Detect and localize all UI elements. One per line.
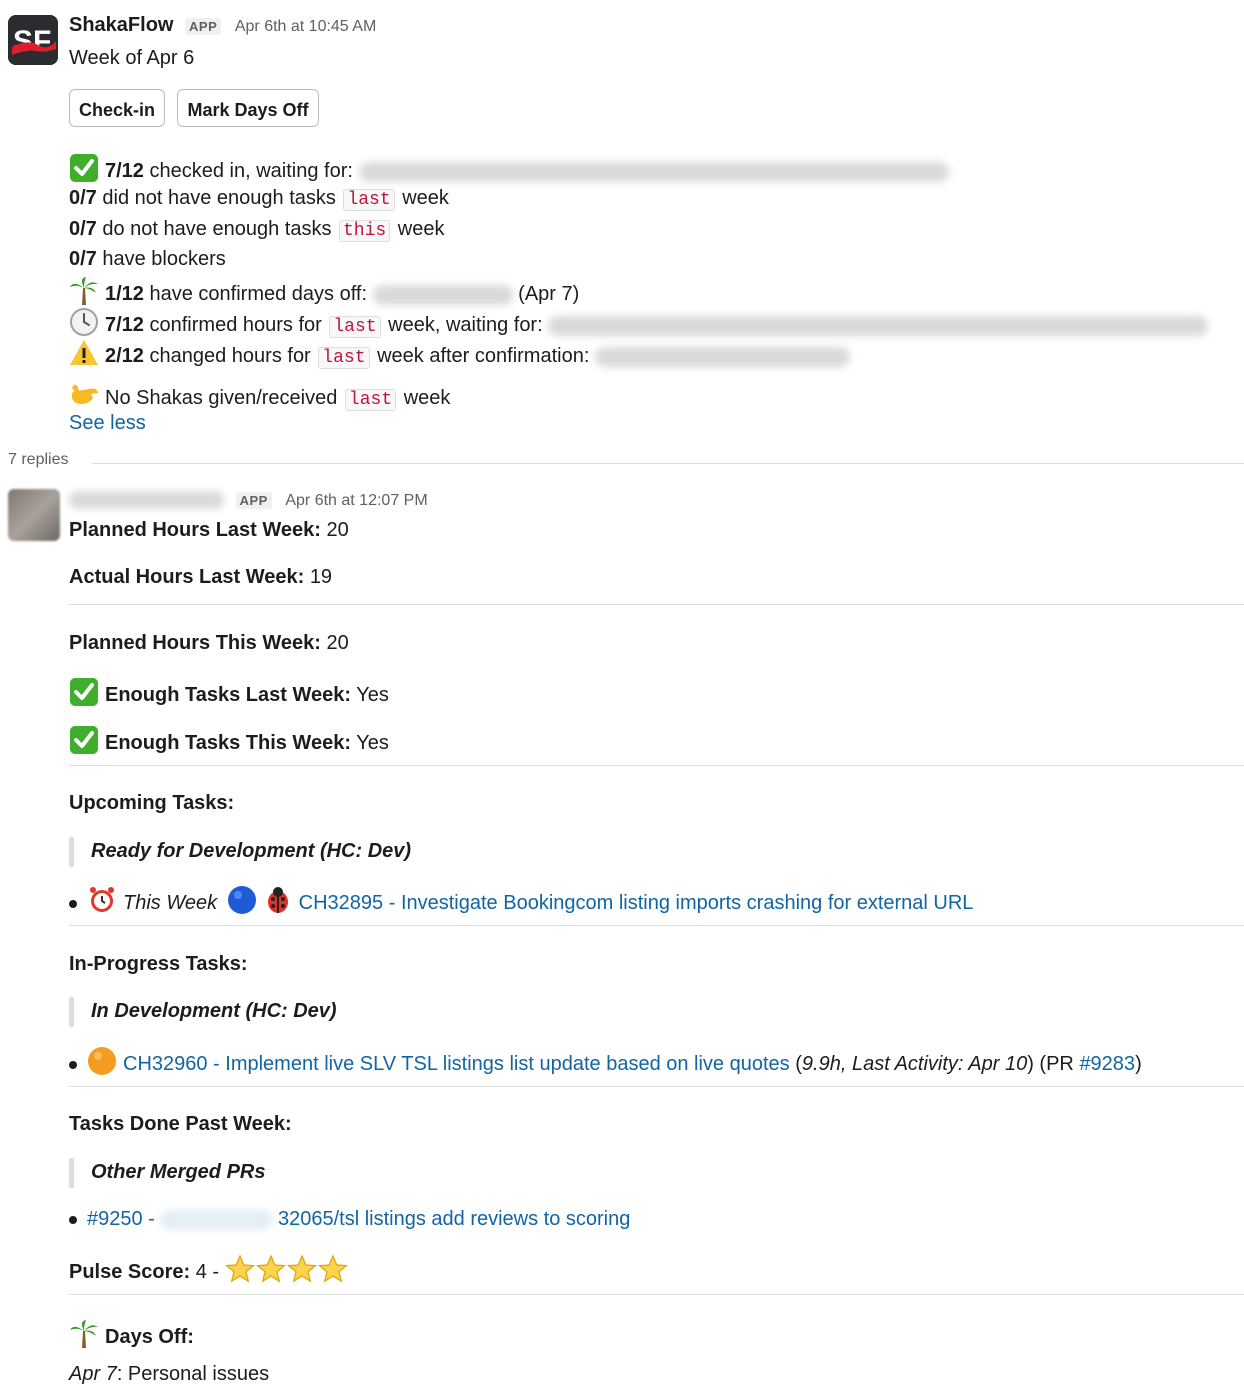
bullet (69, 1060, 77, 1069)
redacted-names (594, 346, 850, 367)
enough-tasks-last-week: Enough Tasks Last Week: Yes (69, 677, 389, 708)
star-icon (286, 1254, 317, 1283)
message-timestamp[interactable]: Apr 6th at 10:45 AM (235, 18, 376, 35)
redacted-sender-name[interactable] (69, 490, 224, 509)
check-mark-icon (69, 153, 99, 183)
days-off-entry: Apr 7: Personal issues (69, 1363, 270, 1385)
done-task-item: #9250 - 32065/tsl listings add reviews t… (69, 1206, 630, 1232)
see-less-link[interactable]: See less (69, 410, 146, 436)
redacted-names (548, 315, 1209, 336)
section-divider (69, 925, 1244, 926)
done-group-label: Other Merged PRs (91, 1161, 266, 1183)
upcoming-tasks-heading: Upcoming Tasks: (69, 792, 235, 814)
star-icon (317, 1254, 348, 1283)
quote-bar (69, 1158, 74, 1188)
code-this: this (339, 220, 391, 242)
task-link-ch32960[interactable]: CH32960 - Implement live SLV TSL listing… (123, 1053, 790, 1075)
section-divider (69, 765, 1244, 766)
warning-icon (69, 338, 99, 368)
summary-not-enough-last: 0/7 did not have enough tasks last week (69, 187, 449, 211)
orange-circle-icon (87, 1046, 117, 1076)
quote-bar (69, 997, 74, 1027)
bullet (69, 899, 77, 908)
svg-text:SF: SF (13, 25, 51, 58)
summary-checked-in: 7/12 checked in, waiting for: (69, 153, 949, 184)
message-header: ShakaFlow APP Apr 6th at 10:45 AM (69, 14, 376, 37)
section-divider (69, 1294, 1244, 1295)
app-badge: APP (235, 492, 272, 509)
pr-title-link[interactable]: 32065/tsl listings add reviews to scorin… (278, 1208, 630, 1230)
redacted-names (358, 161, 949, 182)
planned-last-week: Planned Hours Last Week: 20 (69, 519, 349, 541)
inprogress-tasks-heading: In-Progress Tasks: (69, 953, 248, 975)
star-icon (224, 1254, 255, 1283)
reply-header: APP Apr 6th at 12:07 PM (69, 488, 428, 511)
pulse-score: Pulse Score: 4 - (69, 1254, 349, 1285)
redacted-name (372, 284, 513, 305)
clock-icon (69, 307, 99, 337)
upcoming-task-item: This Week CH32895 - Investigate Bookingc… (69, 885, 973, 916)
section-divider (69, 1086, 1244, 1087)
pulse-stars (224, 1254, 349, 1283)
summary-confirmed-hours: 7/12 confirmed hours for last week, wait… (69, 307, 1209, 340)
summary-shakas: No Shakas given/received last week (69, 380, 450, 413)
quote-bar (69, 837, 74, 867)
section-divider (69, 604, 1244, 605)
pr-link-9250[interactable]: #9250 - (87, 1208, 155, 1230)
actual-last-week: Actual Hours Last Week: 19 (69, 566, 333, 588)
reply-timestamp[interactable]: Apr 6th at 12:07 PM (285, 492, 427, 509)
check-mark-icon (69, 677, 99, 707)
app-badge: APP (185, 18, 222, 35)
message-title: Week of Apr 6 (69, 47, 195, 69)
checkin-button[interactable]: Check-in (69, 89, 165, 127)
enough-tasks-this-week: Enough Tasks This Week: Yes (69, 725, 389, 756)
summary-days-off: 1/12 have confirmed days off: (Apr 7) (69, 276, 579, 307)
shakaflow-avatar[interactable]: SF (8, 15, 58, 65)
upcoming-group-label: Ready for Development (HC: Dev) (91, 840, 412, 862)
palm-tree-icon (69, 276, 99, 306)
summary-blockers: 0/7 have blockers (69, 248, 226, 270)
task-link-ch32895[interactable]: CH32895 - Investigate Bookingcom listing… (299, 892, 974, 914)
user-avatar[interactable] (8, 489, 60, 541)
blue-circle-icon (227, 885, 257, 915)
mark-days-off-button[interactable]: Mark Days Off (177, 89, 319, 127)
inprogress-group-label: In Development (HC: Dev) (91, 1000, 337, 1022)
sender-name[interactable]: ShakaFlow (69, 14, 173, 36)
alarm-clock-icon (87, 885, 117, 915)
replies-count[interactable]: 7 replies (8, 451, 68, 469)
redacted-branch (160, 1209, 273, 1230)
inprogress-task-item: CH32960 - Implement live SLV TSL listing… (69, 1046, 1142, 1077)
bullet (69, 1215, 77, 1224)
planned-this-week: Planned Hours This Week: 20 (69, 632, 349, 654)
code-last: last (343, 189, 395, 211)
ladybug-icon (263, 885, 293, 915)
check-mark-icon (69, 725, 99, 755)
replies-divider (92, 463, 1244, 464)
pr-link-9283[interactable]: #9283 (1079, 1053, 1135, 1075)
days-off-heading: Days Off: (69, 1319, 194, 1350)
summary-changed-hours: 2/12 changed hours for last week after c… (69, 338, 850, 371)
star-icon (255, 1254, 286, 1283)
shaka-hand-icon (69, 380, 99, 410)
done-tasks-heading: Tasks Done Past Week: (69, 1113, 292, 1135)
palm-tree-icon (69, 1319, 99, 1349)
summary-not-enough-this: 0/7 do not have enough tasks this week (69, 218, 445, 242)
shakaflow-logo-icon: SF (8, 15, 58, 65)
